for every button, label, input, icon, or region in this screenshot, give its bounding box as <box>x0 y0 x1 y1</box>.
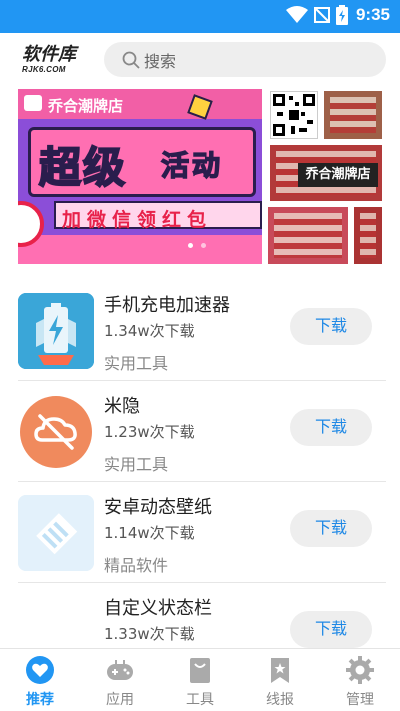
pager-dot[interactable] <box>201 243 206 248</box>
download-button[interactable]: 下载 <box>290 409 372 446</box>
heart-badge-icon <box>24 95 42 111</box>
clock: 9:35 <box>355 5 390 24</box>
promo-banner[interactable]: 乔合潮牌店 超级 活动 加微信领红包 乔合潮牌店 <box>18 89 382 264</box>
app-list: 手机充电加速器 1.34w次下载 实用工具 下载 米隐 1.23w次下载 实用工… <box>0 280 400 684</box>
bookmark-icon <box>271 658 289 683</box>
app-name: 手机充电加速器 <box>104 295 230 316</box>
list-item[interactable]: 安卓动态壁纸 1.14w次下载 精品软件 下载 <box>0 482 400 583</box>
logo-text-en: RJK6.COM <box>22 65 66 74</box>
banner-pager <box>188 243 206 248</box>
banner-photo-collage: 乔合潮牌店 <box>268 89 382 264</box>
qr-code-image <box>270 91 318 139</box>
bottom-navigation: 推荐 应用 工具 线报 管理 <box>0 648 400 711</box>
banner-graphic: 乔合潮牌店 超级 活动 加微信领红包 <box>18 89 262 264</box>
app-name: 安卓动态壁纸 <box>104 497 212 518</box>
app-category: 精品软件 <box>104 556 169 575</box>
gamepad-icon <box>107 660 133 680</box>
nav-label: 应用 <box>106 692 134 708</box>
nav-apps[interactable]: 应用 <box>80 649 160 711</box>
nav-tools[interactable]: 工具 <box>160 649 240 711</box>
heart-icon <box>26 656 54 684</box>
app-logo[interactable]: 软件库 RJK6.COM <box>22 45 86 77</box>
app-name: 自定义状态栏 <box>104 598 212 619</box>
search-icon <box>122 51 140 69</box>
gear-icon <box>346 656 374 684</box>
download-button[interactable]: 下载 <box>290 510 372 547</box>
banner-shop-label: 乔合潮牌店 <box>48 97 124 115</box>
search-bar[interactable]: 搜索 <box>104 42 386 77</box>
list-item[interactable]: 米隐 1.23w次下载 实用工具 下载 <box>0 381 400 482</box>
charge-icon[interactable] <box>18 293 94 369</box>
bag-icon <box>190 658 210 683</box>
battery-charging-icon <box>335 5 348 25</box>
search-placeholder: 搜索 <box>144 51 177 71</box>
list-item[interactable]: 手机充电加速器 1.34w次下载 实用工具 下载 <box>0 280 400 381</box>
pager-dot[interactable] <box>188 243 193 248</box>
nav-label: 管理 <box>346 692 374 708</box>
app-name: 米隐 <box>104 396 140 417</box>
banner-headline-a: 超级 <box>38 142 128 193</box>
app-category: 实用工具 <box>104 455 169 474</box>
app-downloads: 1.33w次下载 <box>104 625 195 643</box>
logo-text-cn: 软件库 <box>22 44 76 65</box>
wallpaper-icon[interactable] <box>18 495 94 571</box>
download-button[interactable]: 下载 <box>290 611 372 648</box>
no-signal-icon <box>313 7 330 23</box>
wifi-icon <box>285 6 308 23</box>
nav-manage[interactable]: 管理 <box>320 649 400 711</box>
banner-headline-b: 活动 <box>160 148 224 183</box>
download-button[interactable]: 下载 <box>290 308 372 345</box>
store-sign: 乔合潮牌店 <box>298 163 378 187</box>
cloud-off-icon[interactable] <box>18 394 94 470</box>
nav-label: 推荐 <box>26 692 54 708</box>
banner-subline: 加微信领红包 <box>62 209 213 231</box>
status-bar: 9:35 <box>0 0 400 33</box>
nav-news[interactable]: 线报 <box>240 649 320 711</box>
app-downloads: 1.34w次下载 <box>104 322 195 340</box>
nav-label: 线报 <box>266 692 294 708</box>
app-category: 实用工具 <box>104 354 169 373</box>
app-header: 软件库 RJK6.COM 搜索 <box>0 33 400 87</box>
app-downloads: 1.14w次下载 <box>104 524 195 542</box>
nav-label: 工具 <box>186 692 214 708</box>
app-downloads: 1.23w次下载 <box>104 423 195 441</box>
nav-recommend[interactable]: 推荐 <box>0 649 80 711</box>
